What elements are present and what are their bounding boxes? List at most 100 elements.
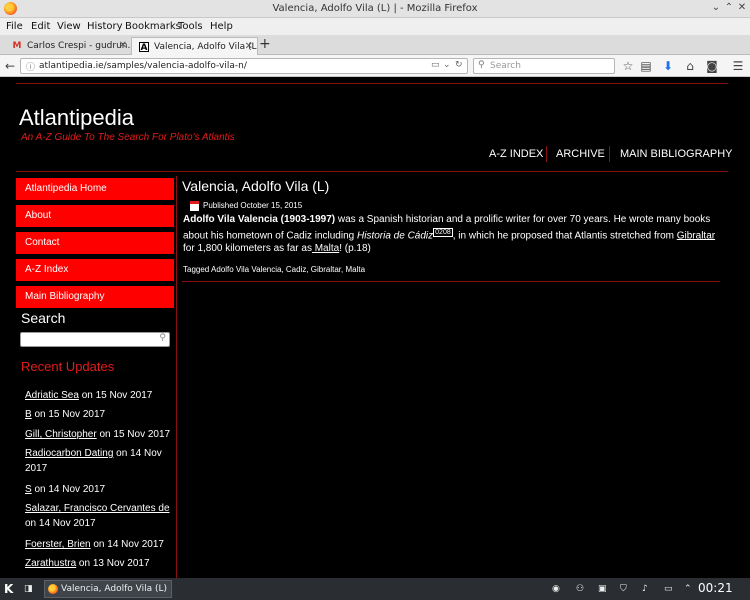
menu-history[interactable]: History [87, 21, 123, 32]
recent-link[interactable]: Radiocarbon Dating [25, 448, 113, 459]
reference-number[interactable]: 0208 [433, 228, 453, 237]
recent-item: Gill, Christopher on 15 Nov 2017 [25, 427, 173, 442]
nav-divider [609, 146, 610, 162]
new-tab-button[interactable]: + [259, 36, 271, 52]
recent-date: on 14 Nov 2017 [90, 539, 164, 550]
menu-file[interactable]: File [6, 21, 23, 32]
firefox-tray-icon[interactable]: ◉ [552, 581, 560, 597]
menu-edit[interactable]: Edit [31, 21, 50, 32]
taskbar: K ◨ Valencia, Adolfo Vila (L) | - Mo ◉ ⚇… [0, 578, 750, 600]
reload-icon[interactable]: ↻ [455, 60, 463, 70]
recent-date: on 14 Nov 2017 [31, 484, 106, 495]
menu-tools[interactable]: Tools [178, 21, 203, 32]
kde-menu-icon[interactable]: K [4, 581, 13, 597]
network-icon[interactable]: ▭ [664, 581, 673, 597]
body-text: , in which he proposed that Atlantis str… [452, 230, 677, 242]
dropdown-icon[interactable]: ⌄ [443, 60, 451, 70]
bookmark-star-icon[interactable]: ☆ [620, 58, 636, 74]
maximize-icon[interactable]: ⌃ [723, 2, 735, 14]
sidebar-about-button[interactable]: About [16, 205, 174, 227]
published-date: Published October 15, 2015 [203, 201, 303, 210]
sidebar-bibliography-button[interactable]: Main Bibliography [16, 286, 174, 308]
sidebar-contact-button[interactable]: Contact [16, 232, 174, 254]
sidebar-home-button[interactable]: Atlantipedia Home [16, 178, 174, 200]
search-icon[interactable]: ⚲ [159, 333, 166, 343]
clock[interactable]: 00:21 [698, 581, 733, 595]
post-divider [182, 281, 720, 282]
post-subject: Adolfo Vila Valencia (1903-1997) [183, 214, 336, 225]
menu-view[interactable]: View [57, 21, 81, 32]
nav-main-bibliography[interactable]: MAIN BIBLIOGRAPHY [620, 148, 732, 162]
search-bar[interactable]: ⚲ Search [473, 58, 615, 74]
recent-link[interactable]: B [25, 409, 32, 420]
gmail-icon: M [12, 41, 22, 51]
download-icon[interactable]: ⬇ [660, 58, 676, 74]
tab-atlantipedia[interactable]: A Valencia, Adolfo Vila (L) | ✕ [131, 37, 258, 55]
site-search-input[interactable]: ⚲ [20, 332, 170, 347]
recent-link[interactable]: Foerster, Brien [25, 539, 91, 550]
user-icon[interactable]: ⚇ [576, 581, 584, 597]
volume-icon[interactable]: ♪ [642, 581, 648, 597]
tab-gmail[interactable]: M Carlos Crespi - gudrun.... ✕ [5, 37, 131, 55]
tab-label: Valencia, Adolfo Vila (L) | [154, 42, 258, 52]
minimize-icon[interactable]: ⌄ [710, 2, 722, 14]
pocket-icon[interactable]: ◙ [704, 58, 720, 74]
tab-label: Carlos Crespi - gudrun.... [27, 41, 131, 51]
recent-link[interactable]: Salazar, Francisco Cervantes de [25, 503, 170, 514]
recent-date: on 13 Nov 2017 [76, 558, 150, 569]
recent-link[interactable]: Adriatic Sea [25, 390, 79, 401]
link-gibraltar[interactable]: Gibraltar [677, 230, 715, 241]
back-icon[interactable]: ← [2, 58, 18, 74]
tab-close-icon[interactable]: ✕ [119, 37, 127, 55]
recent-date: on 14 Nov 2017 [25, 518, 96, 529]
library-icon[interactable]: ▤ [638, 58, 654, 74]
recent-item: Salazar, Francisco Cervantes de on 14 No… [25, 501, 173, 531]
menu-icon[interactable]: ☰ [730, 58, 746, 74]
body-text: for 1,800 kilometers as far as [183, 243, 312, 255]
calendar-icon [190, 201, 199, 211]
menu-bookmarks[interactable]: Bookmarks [125, 21, 181, 32]
recent-link[interactable]: S [25, 484, 32, 495]
nav-divider [546, 146, 547, 162]
body-text: ! (p.18) [339, 243, 371, 255]
clipboard-icon[interactable]: ▣ [598, 581, 607, 597]
shield-icon[interactable]: ⛉ [620, 581, 627, 597]
sidebar-az-index-button[interactable]: A-Z Index [16, 259, 174, 281]
tab-close-icon[interactable]: ✕ [245, 38, 253, 55]
recent-item: B on 15 Nov 2017 [25, 407, 173, 422]
firefox-icon [48, 584, 58, 594]
nav-divider-line [16, 171, 728, 172]
pager-icon[interactable]: ◨ [24, 581, 33, 597]
link-malta[interactable]: Malta [312, 243, 339, 254]
page-content: Atlantipedia An A-Z Guide To The Search … [0, 78, 750, 578]
tray-expand-icon[interactable]: ⌃ [684, 581, 692, 597]
sidebar-divider [176, 176, 177, 578]
reader-view-icon[interactable]: ▭ [431, 60, 440, 70]
menu-bar: File Edit View History Bookmarks Tools H… [0, 18, 750, 35]
recent-item: Radiocarbon Dating on 14 Nov 2017 [25, 446, 173, 476]
search-placeholder: Search [490, 61, 521, 71]
tab-strip: M Carlos Crespi - gudrun.... ✕ A Valenci… [0, 35, 750, 55]
url-bar[interactable]: ⓘ atlantipedia.ie/samples/valencia-adolf… [20, 58, 468, 74]
recent-updates-heading: Recent Updates [21, 359, 115, 374]
nav-az-index[interactable]: A-Z INDEX [489, 148, 543, 162]
site-title[interactable]: Atlantipedia [19, 105, 134, 131]
taskbar-window-firefox[interactable]: Valencia, Adolfo Vila (L) | - Mo [44, 580, 172, 598]
info-icon[interactable]: ⓘ [26, 60, 35, 73]
recent-link[interactable]: Gill, Christopher [25, 429, 97, 440]
post-tags[interactable]: Tagged Adolfo Vila Valencia, Cadiz, Gibr… [183, 265, 365, 274]
post-body: Adolfo Vila Valencia (1903-1997) was a S… [183, 213, 723, 255]
navigation-bar: ← ⓘ atlantipedia.ie/samples/valencia-ado… [0, 55, 750, 77]
recent-item: Adriatic Sea on 15 Nov 2017 [25, 388, 173, 403]
url-text[interactable]: atlantipedia.ie/samples/valencia-adolfo-… [39, 61, 247, 71]
nav-archive[interactable]: ARCHIVE [556, 148, 605, 162]
site-tagline: An A-Z Guide To The Search For Plato's A… [21, 132, 235, 143]
book-title: Historia de Cádiz [357, 230, 434, 242]
close-icon[interactable]: ✕ [736, 2, 748, 14]
recent-link[interactable]: Zarathustra [25, 558, 76, 569]
home-icon[interactable]: ⌂ [682, 58, 698, 74]
header-divider [16, 83, 728, 84]
menu-help[interactable]: Help [210, 21, 233, 32]
search-heading: Search [21, 310, 66, 326]
post-title[interactable]: Valencia, Adolfo Vila (L) [182, 178, 329, 194]
